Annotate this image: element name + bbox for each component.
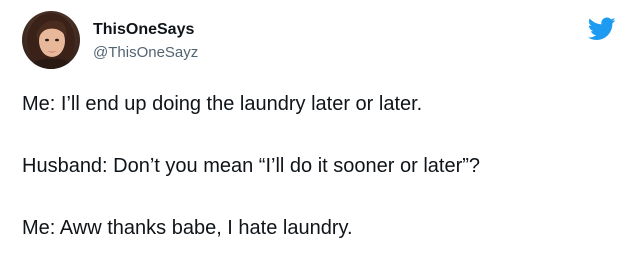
- display-name[interactable]: ThisOneSays: [93, 20, 194, 40]
- tweet-line: Me: Aww thanks babe, I hate laundry.: [22, 217, 353, 239]
- tweet-card: ThisOneSays @ThisOneSayz Me: I’ll end up…: [0, 0, 640, 256]
- user-handle[interactable]: @ThisOneSayz: [93, 43, 198, 62]
- profile-photo: [22, 11, 80, 69]
- avatar[interactable]: [22, 11, 80, 69]
- tweet-text: Me: I’ll end up doing the laundry later …: [22, 92, 622, 240]
- twitter-bird-shape: [588, 17, 616, 40]
- tweet-line: Me: I’ll end up doing the laundry later …: [22, 93, 423, 115]
- tweet-line: Husband: Don’t you mean “I’ll do it soon…: [22, 155, 481, 177]
- twitter-bird-icon[interactable]: [588, 17, 616, 41]
